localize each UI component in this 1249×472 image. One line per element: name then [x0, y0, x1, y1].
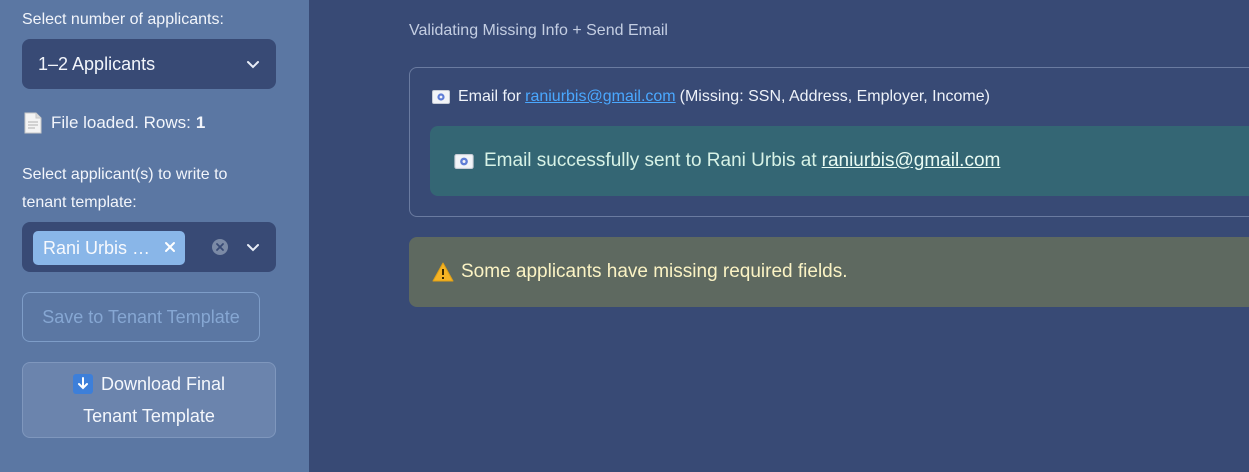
applicant-count-select[interactable]: 1–2 Applicants: [22, 39, 276, 89]
save-button-label: Save to Tenant Template: [42, 306, 240, 327]
app-root: Select number of applicants: 1–2 Applica…: [0, 0, 1249, 472]
envelope-icon: [432, 90, 450, 104]
applicant-select-label: Select applicant(s) to write to tenant t…: [22, 161, 227, 217]
download-button-label-line1: Download Final: [100, 374, 226, 394]
success-message: Email successfully sent to Rani Urbis at: [484, 150, 817, 171]
applicant-count-label: Select number of applicants:: [22, 11, 224, 28]
download-final-template-button[interactable]: Download Final Tenant Template: [22, 362, 276, 438]
email-link[interactable]: raniurbis@gmail.com: [525, 88, 676, 106]
save-to-tenant-template-button[interactable]: Save to Tenant Template: [22, 292, 260, 342]
selected-applicant-tag: Rani Urbis …: [33, 231, 185, 265]
warning-alert: Some applicants have missing required fi…: [409, 237, 1249, 307]
download-button-label-line2: Tenant Template: [83, 406, 215, 426]
applicant-select-label-line1: Select applicant(s) to write to: [22, 166, 228, 183]
success-email-link[interactable]: raniurbis@gmail.com: [822, 150, 1001, 172]
warning-message: Some applicants have missing required fi…: [461, 261, 848, 282]
down-arrow-icon: [72, 374, 93, 394]
chevron-down-icon: [247, 61, 259, 69]
clear-all-icon[interactable]: [211, 238, 229, 256]
email-panel: Email for raniurbis@gmail.com (Missing: …: [409, 67, 1249, 217]
applicant-count-value: 1–2 Applicants: [38, 53, 156, 74]
email-status-line: Email for raniurbis@gmail.com (Missing: …: [432, 88, 990, 106]
email-prefix: Email for: [458, 88, 522, 105]
remove-tag-icon[interactable]: [163, 240, 177, 254]
document-icon: [24, 112, 42, 134]
file-row-count: 1: [195, 113, 206, 132]
applicant-multiselect[interactable]: Rani Urbis …: [22, 222, 276, 272]
chevron-down-icon[interactable]: [246, 240, 260, 254]
applicant-select-label-line2: tenant template:: [22, 194, 137, 211]
file-status: File loaded. Rows: 1: [24, 112, 205, 134]
sidebar: Select number of applicants: 1–2 Applica…: [0, 0, 309, 472]
warning-triangle-icon: [432, 262, 454, 282]
envelope-icon: [454, 153, 474, 169]
success-alert: Email successfully sent to Rani Urbis at…: [430, 126, 1249, 196]
section-title: Validating Missing Info + Send Email: [409, 22, 668, 39]
file-status-text: File loaded. Rows:: [51, 113, 191, 132]
selected-applicant-label: Rani Urbis …: [43, 237, 151, 258]
missing-fields-text: (Missing: SSN, Address, Employer, Income…: [679, 88, 990, 105]
